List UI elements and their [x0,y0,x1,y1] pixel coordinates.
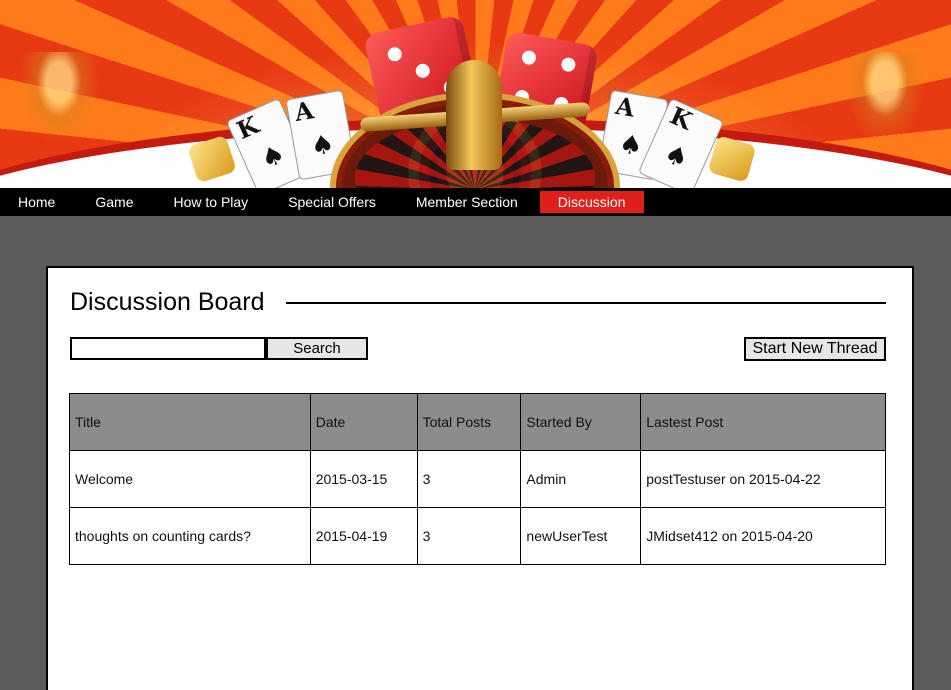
table-row[interactable]: Welcome 2015-03-15 3 Admin postTestuser … [69,450,886,508]
nav-item-special-offers[interactable]: Special Offers [270,191,394,213]
trophy-right-icon [840,52,930,152]
title-divider [286,302,886,304]
nav-item-discussion[interactable]: Discussion [539,191,644,213]
thread-total-posts: 3 [416,507,522,565]
card-rank: K [665,100,697,136]
nav-item-member-section[interactable]: Member Section [398,191,536,213]
search-input[interactable] [70,337,266,360]
nav-item-game[interactable]: Game [77,191,151,213]
header-title[interactable]: Title [69,393,311,451]
thread-date: 2015-04-19 [309,507,418,565]
header-date[interactable]: Date [309,393,418,451]
thread-date: 2015-03-15 [309,450,418,508]
card-rank: A [292,95,316,128]
table-row[interactable]: thoughts on counting cards? 2015-04-19 3… [69,507,886,565]
thread-latest-post: postTestuser on 2015-04-22 [640,450,886,508]
header-total-posts[interactable]: Total Posts [416,393,522,451]
content-panel: Discussion Board Search Start New Thread… [46,266,914,690]
table-header-row: Title Date Total Posts Started By Lastes… [69,393,886,451]
card-rank: A [613,90,637,123]
roulette-spindle-icon [446,60,502,170]
nav-item-how-to-play[interactable]: How to Play [155,191,266,213]
header-latest-post[interactable]: Lastest Post [640,393,886,451]
thread-latest-post: JMidset412 on 2015-04-20 [640,507,886,565]
start-new-thread-button[interactable]: Start New Thread [744,337,886,361]
threads-table: Title Date Total Posts Started By Lastes… [69,393,886,565]
casino-banner: K ♠ A ♠ A ♠ K ♠ [0,0,951,188]
nav-item-home[interactable]: Home [0,191,73,213]
thread-total-posts: 3 [416,450,522,508]
thread-title-link[interactable]: Welcome [69,450,311,508]
header-started-by[interactable]: Started By [520,393,642,451]
thread-started-by: newUserTest [520,507,642,565]
card-rank: K [232,110,264,145]
main-nav: Home Game How to Play Special Offers Mem… [0,188,951,216]
trophy-left-icon [14,52,104,152]
thread-started-by: Admin [520,450,642,508]
page-title: Discussion Board [70,288,265,316]
thread-title-link[interactable]: thoughts on counting cards? [69,507,311,565]
search-button[interactable]: Search [266,337,368,360]
